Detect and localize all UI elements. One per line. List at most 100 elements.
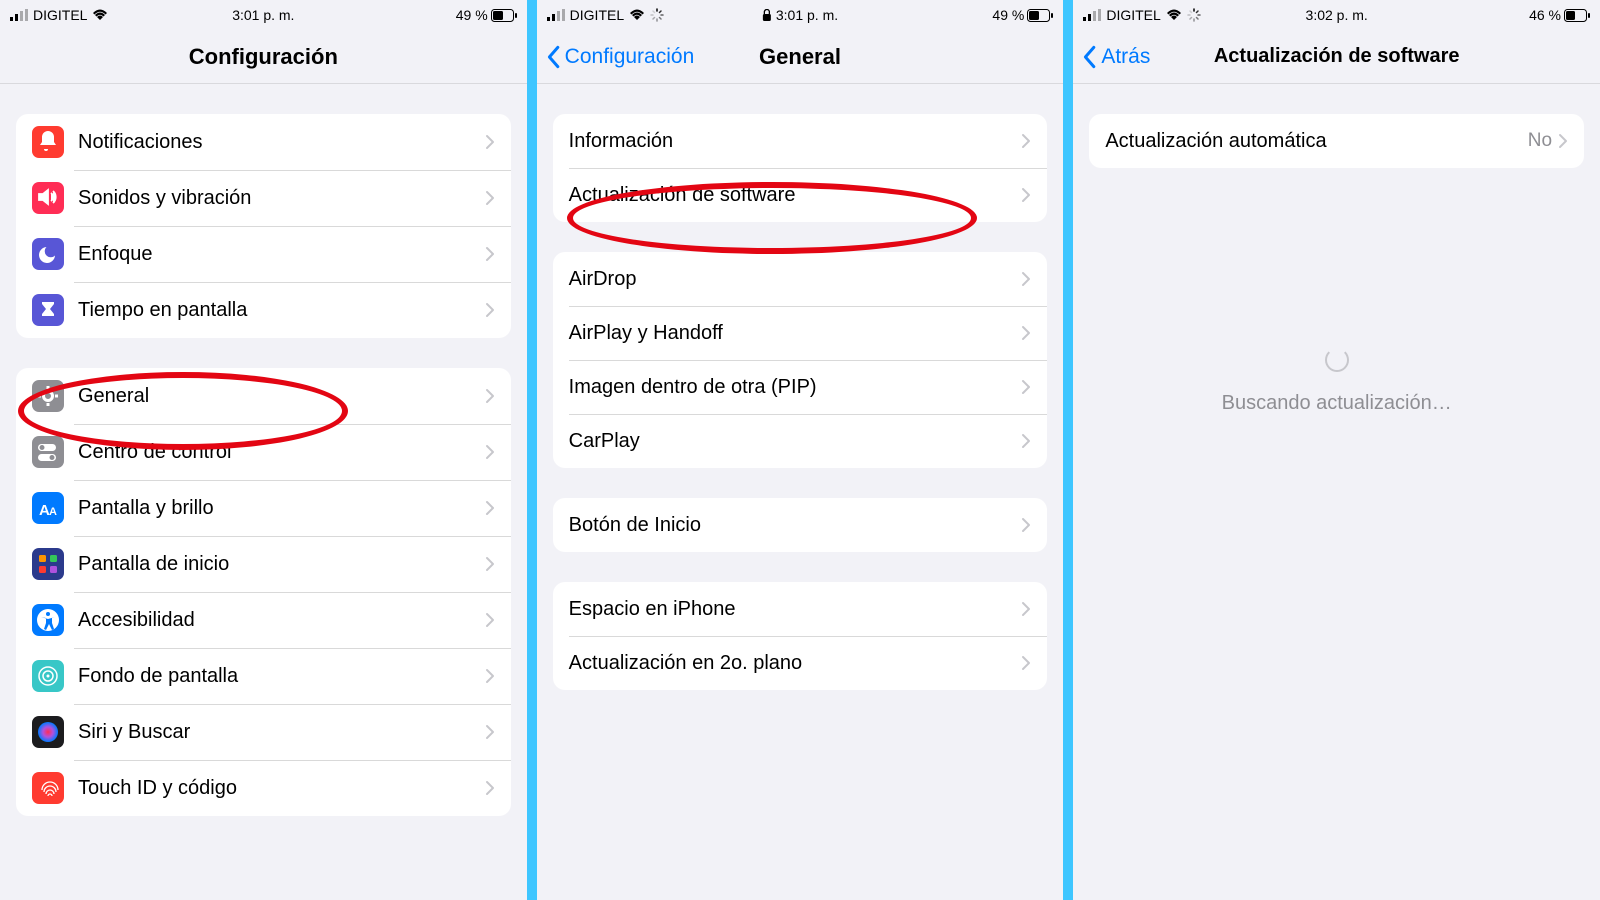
settings-row-general[interactable]: General: [16, 368, 511, 424]
chevron-right-icon: [485, 190, 495, 206]
battery-icon: [1564, 9, 1590, 22]
loading-icon: [650, 8, 664, 22]
loading-icon: [1187, 8, 1201, 22]
row-label: Enfoque: [78, 243, 485, 266]
time-label: 3:01 p. m.: [232, 7, 294, 23]
settings-row-fondo-de-pantalla[interactable]: Fondo de pantalla: [16, 648, 511, 704]
settings-row-actualización-de-software[interactable]: Actualización de software: [553, 168, 1048, 222]
chevron-right-icon: [485, 612, 495, 628]
row-label: AirPlay y Handoff: [569, 322, 1022, 345]
settings-row-enfoque[interactable]: Enfoque: [16, 226, 511, 282]
general-content: InformaciónActualización de software Air…: [537, 84, 1064, 900]
text-size-icon: AA: [32, 492, 64, 524]
toggles-icon: [32, 436, 64, 468]
settings-group-2: General Centro de control AA Pantalla y bri…: [16, 368, 511, 816]
battery-icon: [1027, 9, 1053, 22]
battery-label: 46 %: [1529, 7, 1561, 23]
auto-update-label: Actualización automática: [1105, 130, 1527, 153]
speaker-icon: [32, 182, 64, 214]
row-label: AirDrop: [569, 268, 1022, 291]
signal-icon: [547, 9, 565, 21]
auto-update-row[interactable]: Actualización automática No: [1089, 114, 1584, 168]
settings-row-centro-de-control[interactable]: Centro de control: [16, 424, 511, 480]
chevron-right-icon: [1021, 133, 1031, 149]
settings-row-tiempo-en-pantalla[interactable]: Tiempo en pantalla: [16, 282, 511, 338]
settings-row-airdrop[interactable]: AirDrop: [553, 252, 1048, 306]
nav-header: Atrás Actualización de software: [1073, 30, 1600, 84]
chevron-right-icon: [1021, 379, 1031, 395]
row-label: Pantalla de inicio: [78, 553, 485, 576]
row-label: Fondo de pantalla: [78, 665, 485, 688]
bell-icon: [32, 126, 64, 158]
chevron-right-icon: [1021, 433, 1031, 449]
row-label: Centro de control: [78, 441, 485, 464]
settings-row-actualización-en-2o.-plano[interactable]: Actualización en 2o. plano: [553, 636, 1048, 690]
signal-icon: [10, 9, 28, 21]
chevron-right-icon: [485, 556, 495, 572]
chevron-right-icon: [485, 724, 495, 740]
settings-row-siri-y-buscar[interactable]: Siri y Buscar: [16, 704, 511, 760]
page-title: Actualización de software: [1214, 45, 1460, 68]
chevron-right-icon: [485, 780, 495, 796]
battery-icon: [491, 9, 517, 22]
spinner-icon: [1325, 348, 1349, 372]
settings-row-accesibilidad[interactable]: Accesibilidad: [16, 592, 511, 648]
row-label: Imagen dentro de otra (PIP): [569, 376, 1022, 399]
settings-row-imagen-dentro-de-otra-(pip)[interactable]: Imagen dentro de otra (PIP): [553, 360, 1048, 414]
row-label: Botón de Inicio: [569, 514, 1022, 537]
status-bar: DIGITEL 3:01 p. m. 49 %: [537, 0, 1064, 30]
nav-header: Configuración: [0, 30, 527, 84]
settings-row-espacio-en-iphone[interactable]: Espacio en iPhone: [553, 582, 1048, 636]
settings-row-pantalla-y-brillo[interactable]: AA Pantalla y brillo: [16, 480, 511, 536]
home-screen-icon: [32, 548, 64, 580]
carrier-label: DIGITEL: [570, 7, 624, 23]
carrier-label: DIGITEL: [1106, 7, 1160, 23]
general-group-2: AirDrop AirPlay y Handoff Imagen dentro de…: [553, 252, 1048, 468]
row-label: Tiempo en pantalla: [78, 299, 485, 322]
back-button[interactable]: Configuración: [545, 45, 695, 69]
settings-group-1: NotificacionesSonidos y vibración Enfoque…: [16, 114, 511, 338]
chevron-right-icon: [485, 388, 495, 404]
row-label: Pantalla y brillo: [78, 497, 485, 520]
row-label: Actualización en 2o. plano: [569, 652, 1022, 675]
chevron-right-icon: [485, 500, 495, 516]
phone-software-update: DIGITEL 3:02 p. m. 46 % Atrás Actualizac…: [1073, 0, 1600, 900]
settings-row-notificaciones[interactable]: Notificaciones: [16, 114, 511, 170]
signal-icon: [1083, 9, 1101, 21]
svg-text:A: A: [49, 506, 57, 518]
row-label: Accesibilidad: [78, 609, 485, 632]
moon-icon: [32, 238, 64, 270]
fingerprint-icon: [32, 772, 64, 804]
chevron-right-icon: [485, 668, 495, 684]
settings-row-touch-id-y-código[interactable]: Touch ID y código: [16, 760, 511, 816]
back-label: Atrás: [1101, 45, 1150, 69]
status-bar: DIGITEL 3:01 p. m. 49 %: [0, 0, 527, 30]
gear-icon: [32, 380, 64, 412]
settings-row-sonidos-y-vibración[interactable]: Sonidos y vibración: [16, 170, 511, 226]
chevron-right-icon: [485, 444, 495, 460]
chevron-right-icon: [1021, 655, 1031, 671]
general-group-1: InformaciónActualización de software: [553, 114, 1048, 222]
chevron-right-icon: [1021, 325, 1031, 341]
accessibility-icon: [32, 604, 64, 636]
auto-update-group: Actualización automática No: [1089, 114, 1584, 168]
siri-icon: [32, 716, 64, 748]
settings-row-pantalla-de-inicio[interactable]: Pantalla de inicio: [16, 536, 511, 592]
wifi-icon: [92, 9, 108, 21]
battery-label: 49 %: [992, 7, 1024, 23]
phone-settings-main: DIGITEL 3:01 p. m. 49 % Configuración No…: [0, 0, 527, 900]
time-label: 3:02 p. m.: [1306, 7, 1368, 23]
back-button[interactable]: Atrás: [1081, 45, 1150, 69]
carrier-label: DIGITEL: [33, 7, 87, 23]
settings-row-información[interactable]: Información: [553, 114, 1048, 168]
settings-row-airplay-y-handoff[interactable]: AirPlay y Handoff: [553, 306, 1048, 360]
nav-header: Configuración General: [537, 30, 1064, 84]
chevron-right-icon: [1021, 187, 1031, 203]
chevron-right-icon: [1021, 601, 1031, 617]
row-label: CarPlay: [569, 430, 1022, 453]
wifi-icon: [629, 9, 645, 21]
settings-row-carplay[interactable]: CarPlay: [553, 414, 1048, 468]
general-group-3: Botón de Inicio: [553, 498, 1048, 552]
phone-general: DIGITEL 3:01 p. m. 49 % Configuración Ge…: [537, 0, 1064, 900]
settings-row-botón-de-inicio[interactable]: Botón de Inicio: [553, 498, 1048, 552]
